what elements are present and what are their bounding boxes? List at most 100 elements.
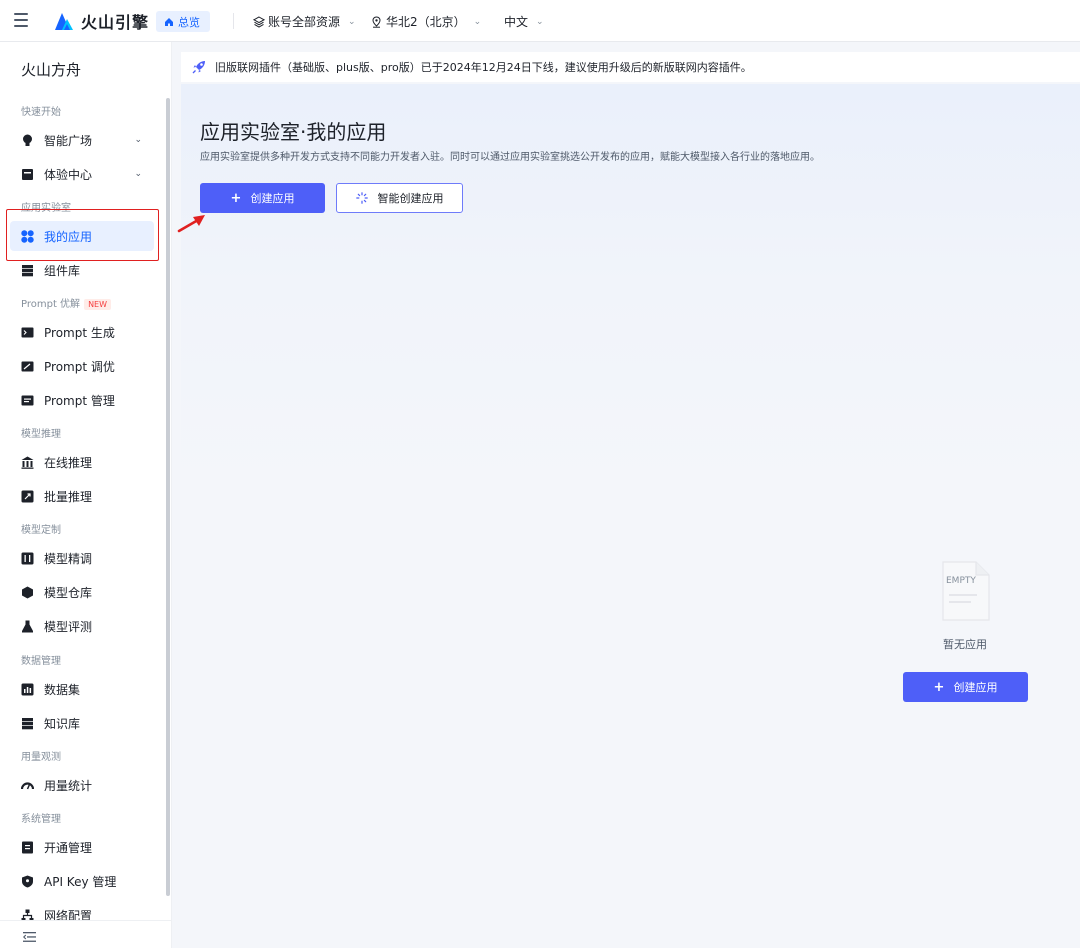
rocket-icon xyxy=(192,61,205,74)
sidebar-item-activation[interactable]: 开通管理 xyxy=(10,832,154,862)
annotation-arrow-icon xyxy=(177,215,205,233)
chevron-down-icon: ⌄ xyxy=(536,16,544,27)
smart-create-app-button[interactable]: 智能创建应用 xyxy=(336,183,463,213)
account-scope-dropdown[interactable]: 账号全部资源 ⌄ xyxy=(253,13,356,30)
notice-banner: 旧版联网插件（基础版、plus版、pro版）已于2024年12月24日下线，建议… xyxy=(181,52,1080,82)
menu-icon[interactable] xyxy=(14,13,28,27)
empty-create-app-label: 创建应用 xyxy=(953,681,998,694)
group-usage: 用量观测 xyxy=(21,752,61,763)
sidebar-item-online-infer[interactable]: 在线推理 xyxy=(10,447,154,477)
group-model-infer: 模型推理 xyxy=(21,429,61,440)
sidebar-item-label: 体验中心 xyxy=(44,167,93,182)
sidebar-item-label: 我的应用 xyxy=(44,229,93,244)
logo-text: 火山引擎 xyxy=(81,13,150,32)
group-quick-start: 快速开始 xyxy=(21,107,61,118)
sidebar-item-my-apps[interactable]: 我的应用 xyxy=(10,221,154,251)
sidebar: 火山方舟 快速开始 智能广场 ⌄ 体验中心 ⌄ 应用实验室 我的应用 组件库 P… xyxy=(0,42,172,948)
sidebar-item-prompt-tune[interactable]: Prompt 调优 xyxy=(10,351,154,381)
chevron-down-icon: ⌄ xyxy=(134,169,142,179)
sidebar-scrollbar[interactable] xyxy=(166,98,170,896)
sidebar-item-label: 开通管理 xyxy=(44,840,93,855)
language-dropdown[interactable]: 中文 ⌄ xyxy=(504,13,544,30)
sidebar-item-model-finetune[interactable]: 模型精调 xyxy=(10,543,154,573)
volcano-logo-icon xyxy=(55,13,73,30)
database-icon xyxy=(21,264,34,277)
bulb-icon xyxy=(21,134,34,147)
sidebar-footer xyxy=(0,920,171,948)
shield-icon xyxy=(21,875,34,888)
logo[interactable]: 火山引擎 xyxy=(55,9,149,33)
flask-icon xyxy=(21,620,34,633)
sidebar-item-smart-square[interactable]: 智能广场 ⌄ xyxy=(10,125,154,155)
bar-chart-icon xyxy=(21,683,34,696)
sidebar-item-model-eval[interactable]: 模型评测 xyxy=(10,611,154,641)
server-icon xyxy=(21,717,34,730)
sidebar-item-dataset[interactable]: 数据集 xyxy=(10,674,154,704)
sidebar-item-batch-infer[interactable]: 批量推理 xyxy=(10,481,154,511)
tune-icon xyxy=(21,360,34,373)
sidebar-item-api-key[interactable]: API Key 管理 xyxy=(10,866,154,896)
sidebar-item-label: 智能广场 xyxy=(44,133,93,148)
sidebar-item-label: 用量统计 xyxy=(44,778,93,793)
home-label: 总览 xyxy=(178,15,200,29)
sidebar-item-label: 知识库 xyxy=(44,716,81,731)
group-system: 系统管理 xyxy=(21,814,61,825)
sidebar-item-label: Prompt 管理 xyxy=(44,393,115,408)
sidebar-item-label: 数据集 xyxy=(44,682,81,697)
collapse-sidebar-icon[interactable] xyxy=(23,931,36,945)
terminal-icon xyxy=(21,326,34,339)
overview-home-button[interactable]: 总览 xyxy=(156,11,210,32)
sidebar-item-prompt-manage[interactable]: Prompt 管理 xyxy=(10,385,154,415)
group-data-mgmt: 数据管理 xyxy=(21,656,61,667)
sidebar-item-label: 组件库 xyxy=(44,263,81,278)
sidebar-item-usage-stats[interactable]: 用量统计 xyxy=(10,770,154,800)
rocket-icon xyxy=(21,490,34,503)
empty-create-app-button[interactable]: + 创建应用 xyxy=(903,672,1028,702)
box-icon xyxy=(21,168,34,181)
sidebar-item-component-lib[interactable]: 组件库 xyxy=(10,255,154,285)
sidebar-item-label: 模型精调 xyxy=(44,551,93,566)
apps-icon xyxy=(21,229,34,243)
top-navigation-bar: 火山引擎 总览 账号全部资源 ⌄ 华北2（北京） ⌄ 中文 ⌄ xyxy=(0,0,1080,42)
notice-text: 旧版联网插件（基础版、plus版、pro版）已于2024年12月24日下线，建议… xyxy=(215,61,752,74)
clipboard-icon xyxy=(21,841,34,854)
language-label: 中文 xyxy=(504,15,529,29)
home-icon xyxy=(165,17,173,26)
main-content: 应用实验室·我的应用 应用实验室提供多种开发方式支持不同能力开发者入驻。同时可以… xyxy=(181,84,1080,948)
chevron-down-icon: ⌄ xyxy=(473,16,482,27)
sidebar-item-label: API Key 管理 xyxy=(44,874,117,889)
sparkle-icon xyxy=(355,192,368,204)
sidebar-item-experience-center[interactable]: 体验中心 ⌄ xyxy=(10,159,154,189)
create-app-button[interactable]: + 创建应用 xyxy=(200,183,325,213)
page-title: 应用实验室·我的应用 xyxy=(200,120,387,144)
empty-file-icon: EMPTY xyxy=(942,561,990,621)
chevron-down-icon: ⌄ xyxy=(348,16,356,27)
bank-icon xyxy=(21,456,34,469)
page-description: 应用实验室提供多种开发方式支持不同能力开发者入驻。同时可以通过应用实验室挑选公开… xyxy=(200,152,820,163)
smart-create-app-label: 智能创建应用 xyxy=(377,192,444,205)
sidebar-item-knowledge-base[interactable]: 知识库 xyxy=(10,708,154,738)
create-app-label: 创建应用 xyxy=(250,192,295,205)
plus-icon: + xyxy=(933,679,945,695)
layers-icon xyxy=(253,15,265,28)
location-icon xyxy=(372,15,381,28)
sidebar-title: 火山方舟 xyxy=(21,61,82,79)
chevron-down-icon: ⌄ xyxy=(134,135,142,145)
sidebar-item-label: Prompt 生成 xyxy=(44,325,115,340)
group-model-custom: 模型定制 xyxy=(21,525,61,536)
region-label: 华北2（北京） xyxy=(386,15,466,29)
account-scope-label: 账号全部资源 xyxy=(268,15,341,29)
sidebar-item-label: 模型评测 xyxy=(44,619,93,634)
group-label: Prompt 优解 xyxy=(21,299,81,310)
sidebar-item-model-repo[interactable]: 模型仓库 xyxy=(10,577,154,607)
sidebar-item-prompt-gen[interactable]: Prompt 生成 xyxy=(10,317,154,347)
divider xyxy=(233,13,234,29)
sidebar-item-label: 批量推理 xyxy=(44,489,93,504)
new-badge: NEW xyxy=(84,299,112,310)
sidebar-item-label: 在线推理 xyxy=(44,455,93,470)
sidebar-item-label: 模型仓库 xyxy=(44,585,93,600)
gauge-icon xyxy=(21,779,34,792)
empty-state-text: 暂无应用 xyxy=(943,638,987,651)
region-dropdown[interactable]: 华北2（北京） ⌄ xyxy=(371,13,481,30)
document-icon xyxy=(21,394,34,407)
